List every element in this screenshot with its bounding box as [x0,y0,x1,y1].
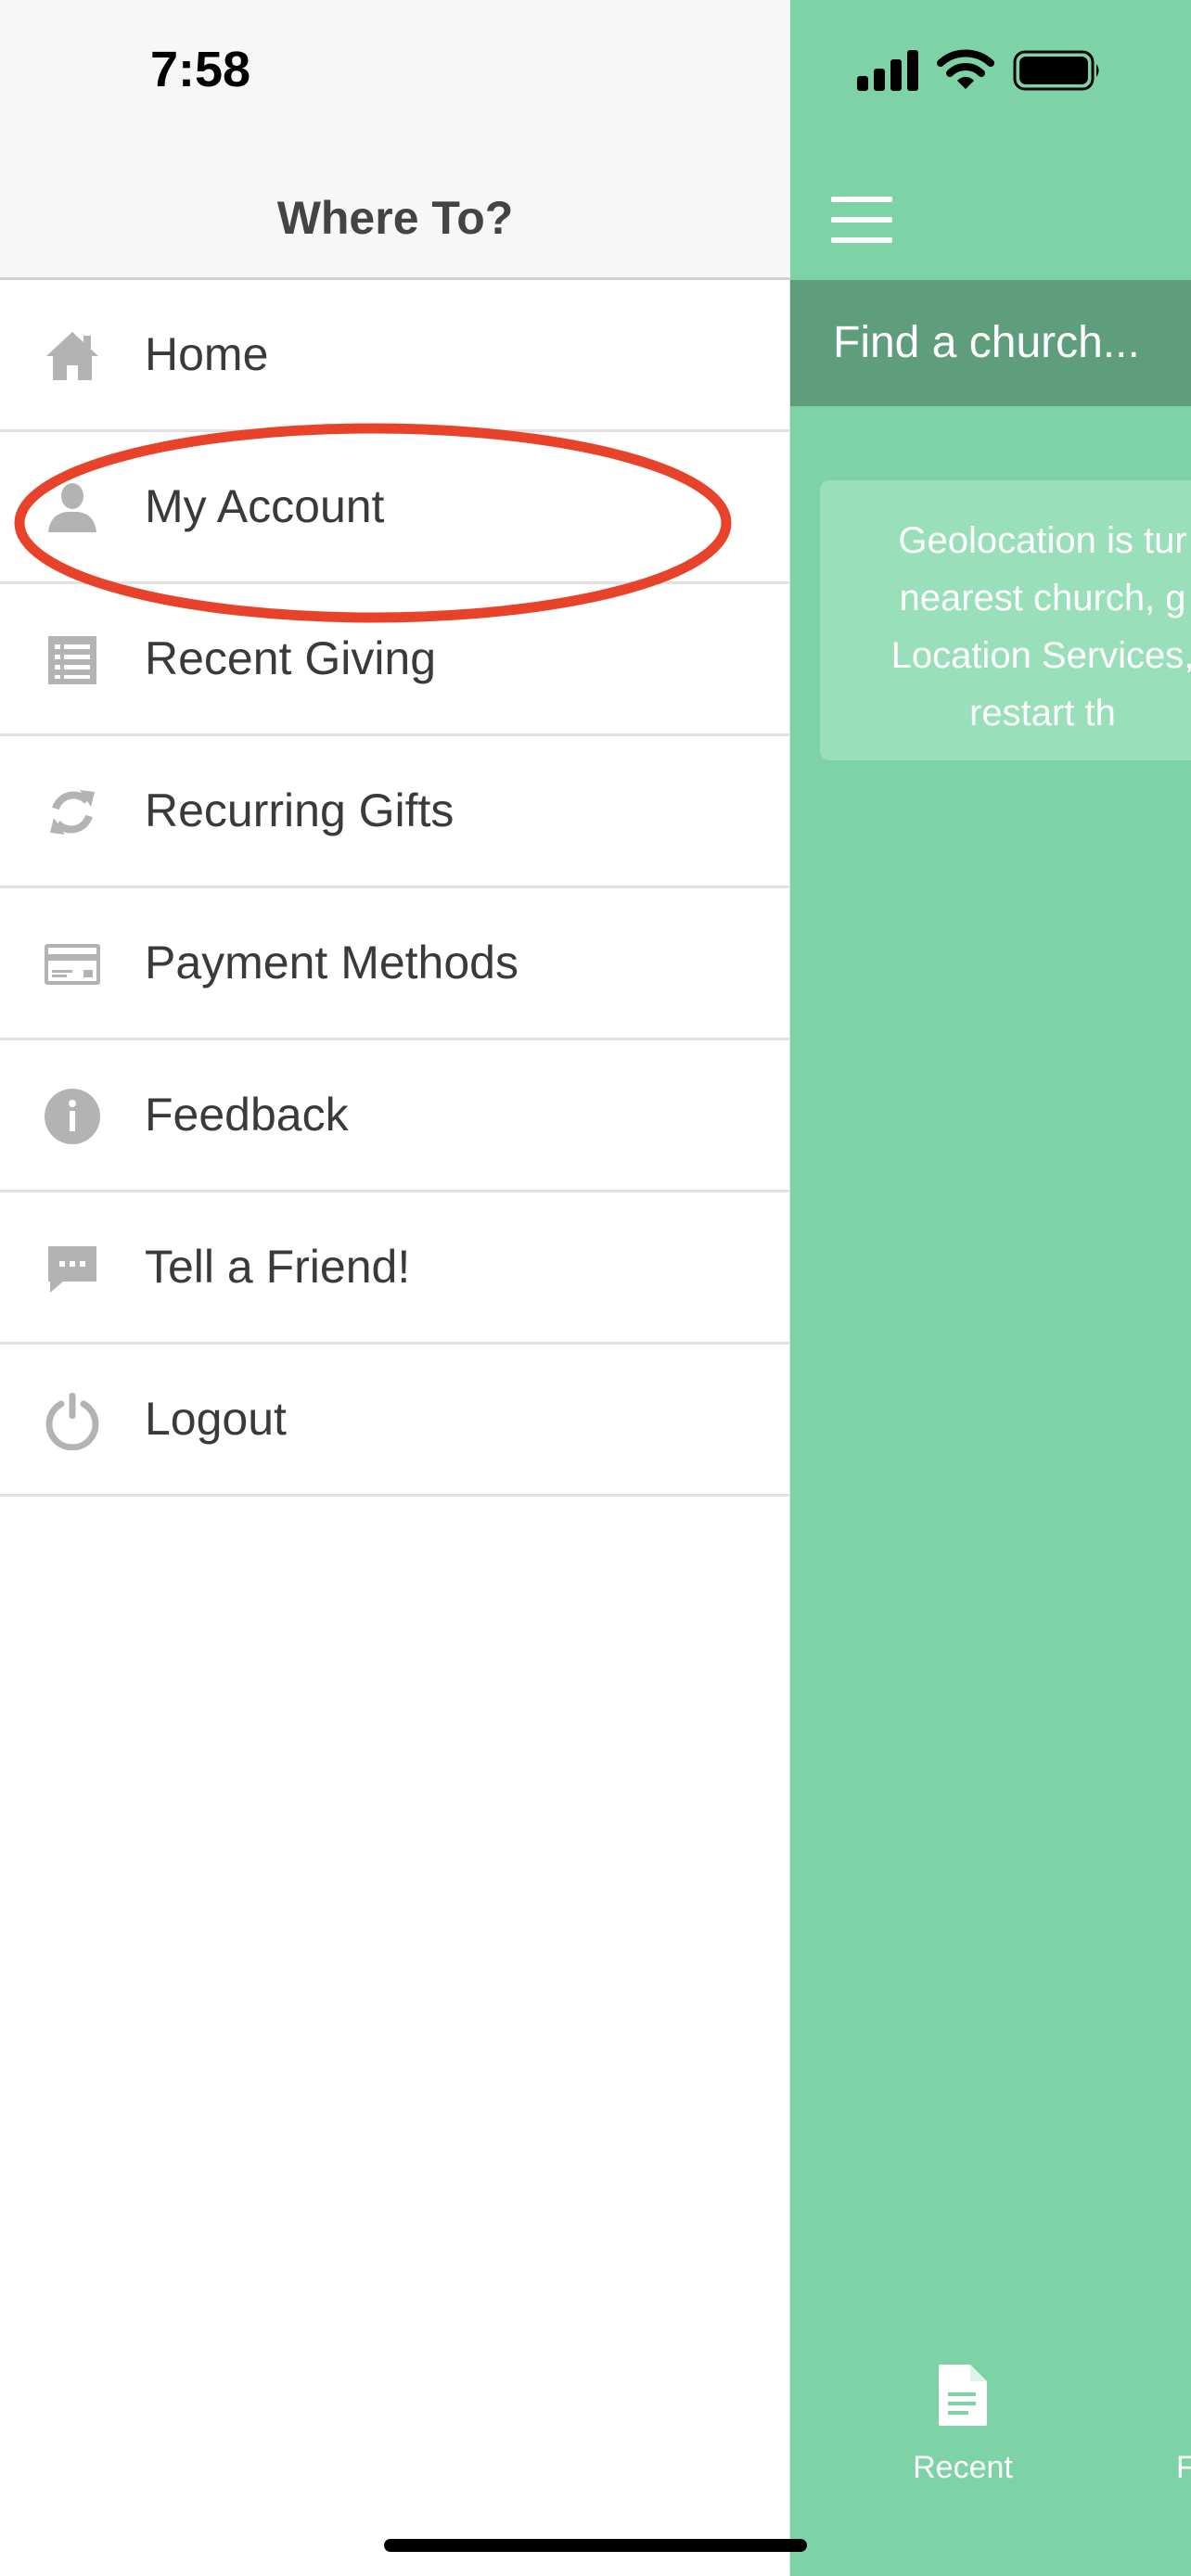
church-search-input[interactable]: Find a church... [790,280,1191,406]
menu-item-recurring-gifts[interactable]: Recurring Gifts [0,736,790,888]
drawer-title: Where To? [276,192,514,244]
tab-recent-label: Recent [913,2450,1013,2485]
menu-item-label: Home [145,328,269,380]
menu-item-label: Feedback [145,1089,349,1141]
menu-item-my-account[interactable]: My Account [0,432,790,584]
info-icon [43,1087,102,1146]
credit-card-icon [43,935,102,994]
document-icon [939,2365,987,2426]
hamburger-menu-button[interactable] [831,197,892,245]
geolocation-message-box: Geolocation is tur nearest church, g Loc… [820,480,1191,760]
menu-item-label: Logout [145,1393,287,1445]
menu-item-label: Recurring Gifts [145,784,455,836]
menu-item-payment-methods[interactable]: Payment Methods [0,888,790,1040]
navigation-drawer: 7:58 Where To? Home My Account Recent Gi… [0,0,790,2576]
drawer-menu: Home My Account Recent Giving Recurring … [0,280,790,1497]
list-icon [43,631,102,690]
menu-item-label: My Account [145,480,385,532]
tab-partial-label[interactable]: F [1176,2450,1191,2486]
menu-item-label: Payment Methods [145,937,519,988]
wifi-icon [937,49,994,89]
tab-recent[interactable]: Recent [883,2363,1043,2493]
status-time: 7:58 [150,42,251,97]
geolocation-message: Geolocation is tur nearest church, g Loc… [890,520,1191,733]
home-icon [43,326,102,386]
user-icon [43,478,102,538]
menu-item-label: Recent Giving [145,632,437,684]
power-icon [43,1391,102,1450]
cellular-signal-icon [857,50,918,91]
main-panel: Find a church... Geolocation is tur near… [790,0,1191,2576]
menu-item-label: Tell a Friend! [145,1241,411,1293]
drawer-header: 7:58 Where To? [0,0,790,280]
refresh-icon [43,783,102,842]
menu-item-recent-giving[interactable]: Recent Giving [0,584,790,736]
menu-item-home[interactable]: Home [0,280,790,432]
battery-icon [1013,50,1099,91]
app-screen: Find a church... Geolocation is tur near… [0,0,1191,2576]
chat-icon [43,1239,102,1298]
home-indicator [384,2539,807,2552]
menu-item-tell-a-friend[interactable]: Tell a Friend! [0,1192,790,1345]
menu-item-feedback[interactable]: Feedback [0,1040,790,1192]
menu-item-logout[interactable]: Logout [0,1345,790,1497]
